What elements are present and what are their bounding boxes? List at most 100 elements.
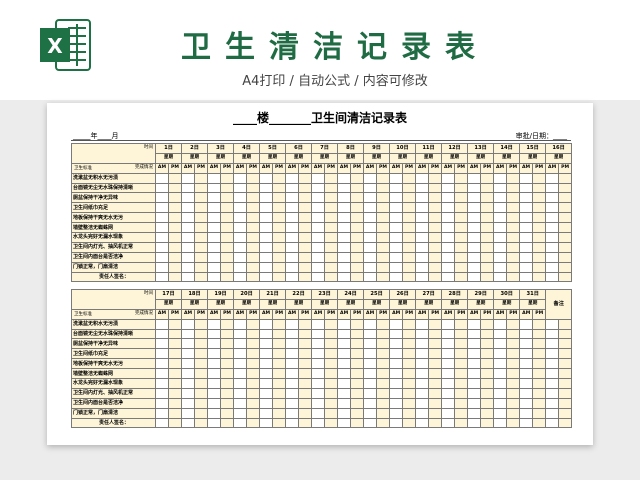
- pm-check-cell[interactable]: [220, 232, 234, 243]
- pm-check-cell[interactable]: [272, 261, 286, 273]
- signature-am-cell[interactable]: [181, 271, 195, 283]
- am-check-cell[interactable]: [545, 172, 560, 184]
- signature-am-cell[interactable]: [545, 271, 560, 283]
- pm-check-cell[interactable]: [402, 387, 417, 399]
- pm-check-cell[interactable]: [376, 378, 391, 389]
- am-check-cell[interactable]: [285, 328, 300, 340]
- am-check-cell[interactable]: [467, 407, 482, 419]
- am-check-cell[interactable]: [519, 328, 534, 340]
- am-check-cell[interactable]: [545, 318, 560, 330]
- am-check-cell[interactable]: [155, 348, 169, 360]
- pm-check-cell[interactable]: [480, 378, 495, 389]
- pm-check-cell[interactable]: [480, 387, 495, 399]
- am-check-cell[interactable]: [389, 212, 403, 224]
- pm-check-cell[interactable]: [506, 241, 521, 253]
- pm-check-cell[interactable]: [428, 318, 443, 330]
- signature-pm-cell[interactable]: [558, 271, 573, 283]
- am-check-cell[interactable]: [337, 328, 352, 340]
- pm-check-cell[interactable]: [272, 378, 287, 389]
- pm-check-cell[interactable]: [558, 328, 573, 340]
- signature-am-cell[interactable]: [259, 417, 274, 429]
- pm-check-cell[interactable]: [532, 232, 547, 243]
- am-check-cell[interactable]: [493, 172, 508, 184]
- am-check-cell[interactable]: [389, 328, 404, 340]
- signature-pm-cell[interactable]: [167, 417, 183, 429]
- pm-check-cell[interactable]: [454, 328, 469, 340]
- pm-check-cell[interactable]: [324, 222, 338, 234]
- am-check-cell[interactable]: [363, 378, 378, 389]
- am-check-cell[interactable]: [311, 241, 325, 253]
- am-check-cell[interactable]: [207, 251, 221, 263]
- am-check-cell[interactable]: [181, 172, 195, 184]
- pm-check-cell[interactable]: [558, 358, 573, 370]
- am-check-cell[interactable]: [389, 387, 404, 399]
- signature-pm-cell[interactable]: [376, 271, 390, 283]
- am-check-cell[interactable]: [337, 222, 351, 234]
- pm-check-cell[interactable]: [167, 378, 183, 389]
- pm-check-cell[interactable]: [428, 222, 443, 234]
- am-check-cell[interactable]: [493, 192, 508, 204]
- am-check-cell[interactable]: [155, 172, 169, 184]
- am-check-cell[interactable]: [519, 202, 534, 214]
- am-check-cell[interactable]: [493, 182, 508, 194]
- am-check-cell[interactable]: [233, 232, 247, 243]
- am-check-cell[interactable]: [181, 318, 196, 330]
- signature-am-cell[interactable]: [207, 271, 221, 283]
- pm-check-cell[interactable]: [376, 318, 391, 330]
- am-check-cell[interactable]: [493, 318, 508, 330]
- pm-check-cell[interactable]: [401, 222, 417, 234]
- am-check-cell[interactable]: [467, 182, 482, 194]
- am-check-cell[interactable]: [233, 358, 248, 370]
- am-check-cell[interactable]: [337, 378, 352, 389]
- pm-check-cell[interactable]: [454, 251, 469, 263]
- am-check-cell[interactable]: [415, 241, 430, 253]
- signature-pm-cell[interactable]: [194, 271, 208, 283]
- am-check-cell[interactable]: [155, 387, 169, 399]
- signature-pm-cell[interactable]: [506, 271, 521, 283]
- pm-check-cell[interactable]: [558, 378, 573, 389]
- am-check-cell[interactable]: [545, 328, 560, 340]
- pm-check-cell[interactable]: [480, 368, 495, 380]
- pm-check-cell[interactable]: [324, 182, 338, 194]
- am-check-cell[interactable]: [285, 261, 299, 273]
- pm-check-cell[interactable]: [298, 172, 312, 184]
- pm-check-cell[interactable]: [506, 212, 521, 224]
- signature-pm-cell[interactable]: [194, 417, 209, 429]
- am-check-cell[interactable]: [467, 368, 482, 380]
- pm-check-cell[interactable]: [506, 182, 521, 194]
- pm-check-cell[interactable]: [506, 328, 521, 340]
- pm-check-cell[interactable]: [532, 222, 547, 234]
- pm-check-cell[interactable]: [220, 212, 234, 224]
- pm-check-cell[interactable]: [376, 222, 390, 234]
- pm-check-cell[interactable]: [376, 397, 391, 409]
- pm-check-cell[interactable]: [454, 222, 469, 234]
- am-check-cell[interactable]: [337, 348, 352, 360]
- am-check-cell[interactable]: [467, 192, 482, 204]
- am-check-cell[interactable]: [467, 348, 482, 360]
- pm-check-cell[interactable]: [298, 192, 312, 204]
- pm-check-cell[interactable]: [532, 241, 547, 253]
- am-check-cell[interactable]: [389, 348, 404, 360]
- pm-check-cell[interactable]: [194, 387, 209, 399]
- signature-am-cell[interactable]: [441, 417, 456, 429]
- pm-check-cell[interactable]: [272, 397, 287, 409]
- am-check-cell[interactable]: [337, 407, 352, 419]
- pm-check-cell[interactable]: [324, 251, 338, 263]
- am-check-cell[interactable]: [233, 328, 248, 340]
- pm-check-cell[interactable]: [506, 318, 521, 330]
- am-check-cell[interactable]: [207, 328, 222, 340]
- pm-check-cell[interactable]: [558, 338, 573, 350]
- pm-check-cell[interactable]: [298, 212, 312, 224]
- pm-check-cell[interactable]: [506, 387, 521, 399]
- am-check-cell[interactable]: [259, 192, 273, 204]
- pm-check-cell[interactable]: [532, 318, 547, 330]
- pm-check-cell[interactable]: [272, 318, 287, 330]
- pm-check-cell[interactable]: [167, 397, 183, 409]
- signature-pm-cell[interactable]: [506, 417, 521, 429]
- am-check-cell[interactable]: [389, 368, 404, 380]
- pm-check-cell[interactable]: [298, 232, 312, 243]
- am-check-cell[interactable]: [181, 261, 195, 273]
- am-check-cell[interactable]: [207, 358, 222, 370]
- pm-check-cell[interactable]: [506, 202, 521, 214]
- am-check-cell[interactable]: [519, 358, 534, 370]
